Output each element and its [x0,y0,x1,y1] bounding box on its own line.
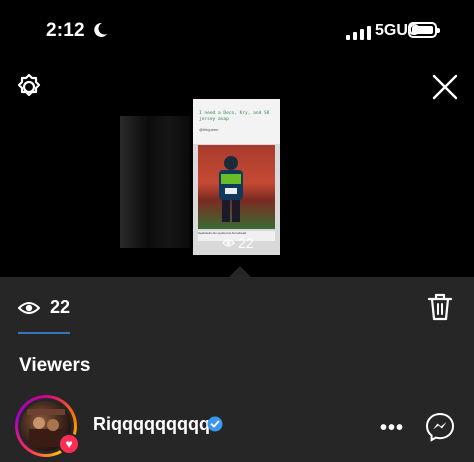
eye-icon [18,301,40,314]
views-tab-underline [18,332,70,334]
heart-icon: ♥ [58,433,80,455]
story-thumbnail-previous[interactable] [120,116,190,248]
moon-icon [92,22,108,43]
story-view-count: 22 [222,235,254,251]
person-figure [219,156,243,222]
tweet-handle: @hitqueen [199,127,219,132]
views-count: 22 [50,297,71,317]
verified-badge-icon [207,416,223,432]
close-icon[interactable] [430,72,460,102]
battery-icon [408,22,440,38]
status-time: 2:12 [46,20,85,41]
viewer-username[interactable]: Riqqqqqqqqq [93,414,210,435]
settings-gear-icon[interactable] [14,72,44,102]
story-view-count-value: 22 [238,235,254,251]
tweet-text: I need a Deco, Kry, and SK jersey asap [199,111,270,122]
story-thumbnail-current[interactable]: I need a Deco, Kry, and SK jersey asap @… [193,99,280,255]
signal-icon [346,26,371,40]
eye-icon [222,239,235,247]
more-options-icon[interactable]: ••• [380,417,404,440]
viewers-title: Viewers [19,355,91,376]
messenger-icon[interactable] [424,411,456,443]
views-tab[interactable]: 22 [18,297,70,318]
tweet-card: I need a Deco, Kry, and SK jersey asap @… [193,99,280,144]
trash-icon[interactable] [426,292,454,322]
